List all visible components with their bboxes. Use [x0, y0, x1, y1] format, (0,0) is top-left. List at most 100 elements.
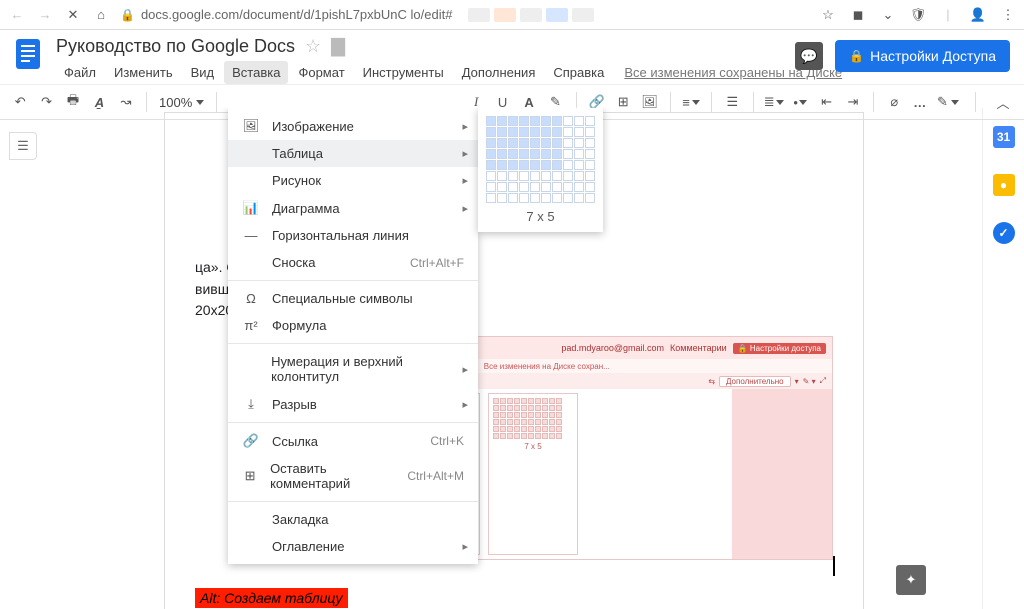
table-size-cell[interactable] [541, 138, 551, 148]
table-size-cell[interactable] [574, 171, 584, 181]
table-size-cell[interactable] [541, 160, 551, 170]
move-folder-icon[interactable]: ▇ [331, 36, 345, 57]
table-size-cell[interactable] [541, 127, 551, 137]
numbered-list-icon[interactable]: ≣ [762, 89, 786, 115]
redo-icon[interactable]: ↷ [34, 89, 58, 115]
insert-header-footer[interactable]: Нумерация и верхний колонтитул ▸ [228, 348, 478, 390]
account-icon[interactable]: 👤 [970, 7, 986, 23]
table-size-cell[interactable] [519, 127, 529, 137]
indent-icon[interactable]: ⇥ [841, 89, 865, 115]
insert-toc[interactable]: Оглавление ▸ [228, 533, 478, 560]
table-size-cell[interactable] [552, 116, 562, 126]
table-size-cell[interactable] [574, 127, 584, 137]
table-size-cell[interactable] [585, 171, 595, 181]
calendar-icon[interactable]: 31 [993, 126, 1015, 148]
menu-insert[interactable]: Вставка [224, 61, 288, 84]
star-icon[interactable]: ☆ [820, 7, 836, 23]
table-size-cell[interactable] [519, 138, 529, 148]
insert-special[interactable]: Ω Специальные символы [228, 285, 478, 312]
table-size-cell[interactable] [563, 193, 573, 203]
table-size-cell[interactable] [530, 182, 540, 192]
menu-tools[interactable]: Инструменты [355, 61, 452, 84]
table-size-cell[interactable] [486, 193, 496, 203]
table-size-cell[interactable] [519, 149, 529, 159]
spellcheck-icon[interactable]: A̱ [87, 89, 111, 115]
table-size-cell[interactable] [508, 193, 518, 203]
table-size-cell[interactable] [541, 171, 551, 181]
table-size-cell[interactable] [585, 160, 595, 170]
tasks-icon[interactable]: ✓ [993, 222, 1015, 244]
table-size-cell[interactable] [541, 193, 551, 203]
menu-help[interactable]: Справка [545, 61, 612, 84]
table-size-cell[interactable] [563, 116, 573, 126]
shield-icon[interactable]: 🛡 [910, 7, 926, 23]
table-size-cell[interactable] [530, 127, 540, 137]
print-icon[interactable]: 🖶 [61, 89, 85, 115]
bullet-list-icon[interactable]: • [788, 89, 812, 115]
table-size-cell[interactable] [530, 171, 540, 181]
table-size-cell[interactable] [508, 149, 518, 159]
table-size-cell[interactable] [585, 149, 595, 159]
table-size-popout[interactable]: 7 x 5 [478, 108, 603, 232]
keep-icon[interactable]: ● [993, 174, 1015, 196]
insert-table[interactable]: Таблица ▸ [228, 140, 478, 167]
document-canvas[interactable]: 🖼 Изображение ▸ Таблица ▸ Рисунок ▸ 📊 Ди… [46, 108, 982, 609]
table-size-cell[interactable] [497, 149, 507, 159]
nav-back-icon[interactable]: ← [8, 6, 26, 24]
kebab-icon[interactable]: ⋮ [1000, 7, 1016, 23]
insert-equation[interactable]: π² Формула [228, 312, 478, 339]
table-size-cell[interactable] [585, 127, 595, 137]
table-size-cell[interactable] [563, 171, 573, 181]
table-size-cell[interactable] [552, 193, 562, 203]
insert-comment[interactable]: ⊞ Оставить комментарий Ctrl+Alt+M [228, 455, 478, 497]
table-size-cell[interactable] [541, 116, 551, 126]
menu-view[interactable]: Вид [183, 61, 223, 84]
align-icon[interactable]: ≡ [679, 89, 703, 115]
table-size-cell[interactable] [497, 182, 507, 192]
table-size-cell[interactable] [563, 149, 573, 159]
table-size-cell[interactable] [563, 160, 573, 170]
table-size-cell[interactable] [563, 138, 573, 148]
table-size-cell[interactable] [519, 171, 529, 181]
table-size-cell[interactable] [486, 171, 496, 181]
menu-file[interactable]: Файл [56, 61, 104, 84]
table-size-cell[interactable] [574, 138, 584, 148]
table-size-cell[interactable] [497, 160, 507, 170]
zoom-dropdown[interactable]: 100% [155, 95, 208, 110]
menu-edit[interactable]: Изменить [106, 61, 181, 84]
table-size-cell[interactable] [486, 138, 496, 148]
table-size-cell[interactable] [563, 182, 573, 192]
menu-addons[interactable]: Дополнения [454, 61, 544, 84]
table-size-cell[interactable] [508, 127, 518, 137]
table-size-cell[interactable] [552, 138, 562, 148]
table-size-cell[interactable] [519, 193, 529, 203]
table-size-cell[interactable] [552, 127, 562, 137]
table-size-cell[interactable] [530, 160, 540, 170]
table-size-cell[interactable] [486, 160, 496, 170]
table-size-cell[interactable] [508, 138, 518, 148]
table-size-cell[interactable] [508, 171, 518, 181]
table-size-cell[interactable] [574, 193, 584, 203]
table-size-cell[interactable] [574, 149, 584, 159]
table-size-cell[interactable] [497, 171, 507, 181]
undo-icon[interactable]: ↶ [8, 89, 32, 115]
comments-icon[interactable]: 💬 [795, 42, 823, 70]
table-size-cell[interactable] [541, 149, 551, 159]
more-icon[interactable]: … [909, 89, 933, 115]
document-title[interactable]: Руководство по Google Docs [56, 36, 295, 57]
insert-comment-icon[interactable]: ⊞ [611, 89, 635, 115]
insert-hr[interactable]: — Горизонтальная линия [228, 222, 478, 249]
nav-forward-icon[interactable]: → [36, 6, 54, 24]
table-size-cell[interactable] [486, 149, 496, 159]
table-size-cell[interactable] [541, 182, 551, 192]
explore-button[interactable]: ✦ [896, 565, 926, 595]
table-size-cell[interactable] [585, 116, 595, 126]
table-size-cell[interactable] [486, 116, 496, 126]
table-size-cell[interactable] [497, 138, 507, 148]
insert-link[interactable]: 🔗 Ссылка Ctrl+K [228, 427, 478, 455]
insert-image-icon[interactable]: 🖼 [637, 89, 661, 115]
table-size-cell[interactable] [530, 138, 540, 148]
table-size-cell[interactable] [519, 182, 529, 192]
paint-format-icon[interactable]: ↝ [114, 89, 138, 115]
insert-bookmark[interactable]: Закладка [228, 506, 478, 533]
